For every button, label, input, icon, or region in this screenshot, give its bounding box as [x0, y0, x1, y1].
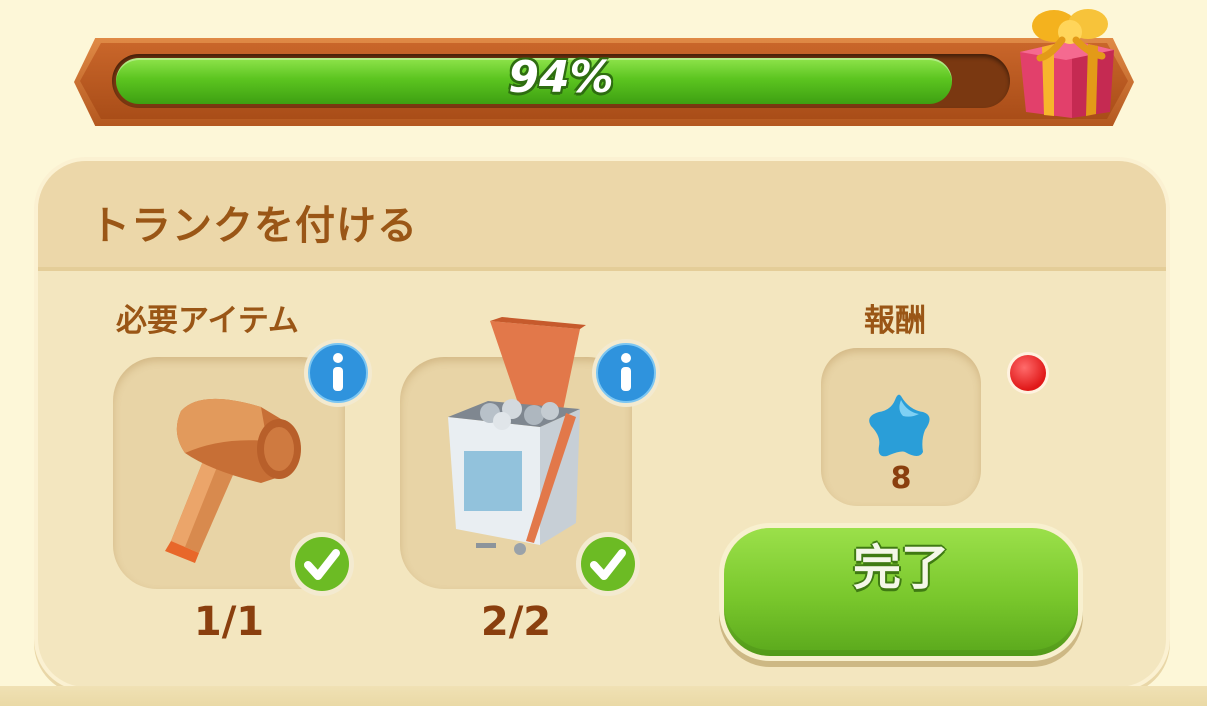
complete-button[interactable]: 完了 — [724, 528, 1078, 656]
notification-badge — [1010, 355, 1046, 391]
required-item-count: 2/2 — [480, 599, 552, 645]
info-icon[interactable] — [590, 337, 662, 409]
bottom-edge — [0, 686, 1207, 706]
progress-percent: 94% — [508, 52, 614, 103]
reward-amount: 8 — [890, 461, 912, 496]
blue-star-icon — [869, 394, 930, 457]
check-icon — [290, 532, 354, 596]
gift-icon[interactable] — [1010, 0, 1122, 128]
check-icon — [576, 532, 640, 596]
task-header: トランクを付ける — [38, 161, 1166, 271]
task-panel: トランクを付ける 必要アイテム 報酬 1/1 2/2 8 完了 — [38, 161, 1166, 687]
required-items-label: 必要アイテム — [116, 303, 299, 339]
reward-label: 報酬 — [864, 303, 926, 339]
task-title: トランクを付ける — [90, 203, 418, 249]
complete-button-label: 完了 — [852, 540, 949, 596]
required-item-count: 1/1 — [193, 599, 265, 645]
info-icon[interactable] — [302, 337, 374, 409]
